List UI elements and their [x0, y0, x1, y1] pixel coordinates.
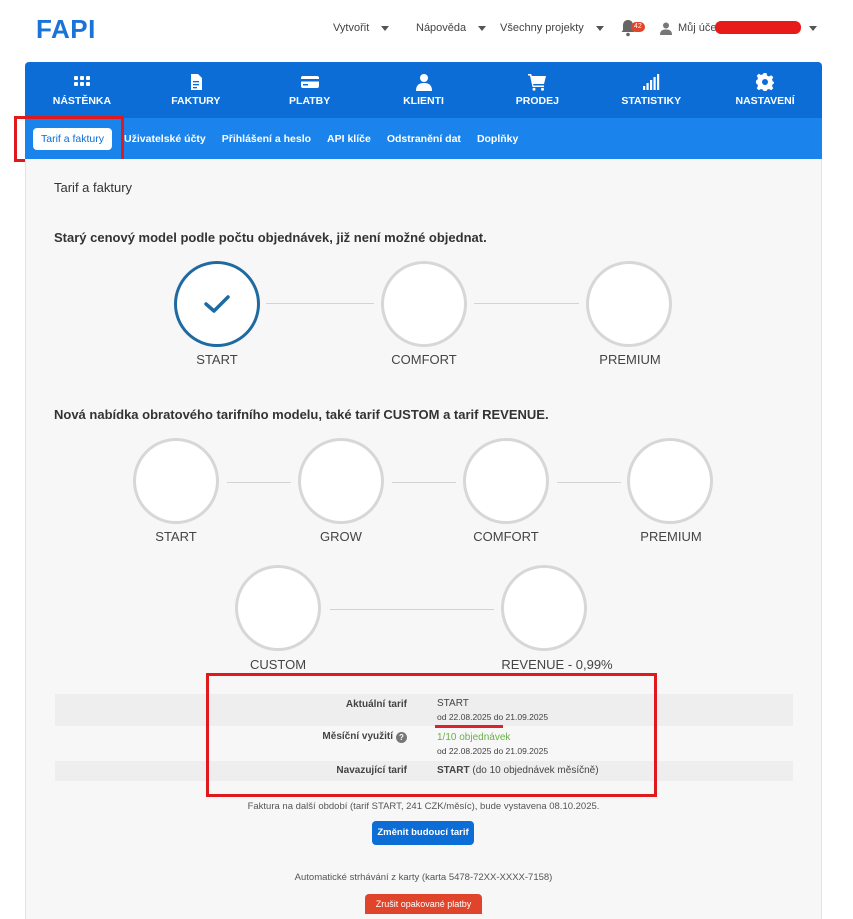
cancel-recurring-payments-button[interactable]: Zrušit opakované platby	[365, 894, 482, 914]
gear-icon	[756, 73, 775, 91]
new-step-start-circle[interactable]	[133, 438, 219, 524]
top-bar: FAPI Vytvořit Nápověda Všechny projekty …	[0, 0, 853, 60]
tab-user-accounts[interactable]: Uživatelské účty	[116, 128, 214, 150]
new-step-label: PREMIUM	[640, 529, 702, 544]
new-step-label: COMFORT	[473, 529, 539, 544]
create-menu[interactable]: Vytvořit	[333, 22, 390, 34]
nav-item-label: STATISTIKY	[621, 95, 682, 107]
user-icon	[660, 22, 672, 35]
nav-item-dashboard[interactable]: NÁSTĚNKA	[25, 62, 139, 118]
new-step-label: START	[155, 529, 197, 544]
signal-bars-icon	[643, 74, 660, 90]
new-model-heading: Nová nabídka obratového tarifního modelu…	[54, 407, 549, 422]
new-step-comfort-circle[interactable]	[463, 438, 549, 524]
notification-count-badge: 42	[631, 22, 645, 32]
step-connector	[557, 482, 621, 483]
help-menu-label: Nápověda	[416, 22, 467, 34]
annotation-highlight-tab	[14, 116, 124, 162]
new-step-premium-circle[interactable]	[627, 438, 713, 524]
checkmark-icon	[204, 295, 230, 313]
help-menu[interactable]: Nápověda	[416, 22, 487, 34]
projects-menu[interactable]: Všechny projekty	[500, 22, 604, 34]
step-connector	[392, 482, 456, 483]
step-connector	[330, 609, 494, 610]
new-step-label: CUSTOM	[249, 657, 307, 672]
dashboard-grid-icon	[73, 76, 90, 86]
projects-menu-label: Všechny projekty	[500, 22, 584, 34]
next-invoice-note: Faktura na další období (tarif START, 24…	[247, 801, 600, 812]
new-step-label: GROW	[320, 529, 362, 544]
old-step-premium-circle[interactable]	[586, 261, 672, 347]
nav-item-settings[interactable]: NASTAVENÍ	[708, 62, 822, 118]
nav-item-label: PLATBY	[289, 95, 331, 107]
create-menu-label: Vytvořit	[333, 22, 370, 34]
step-connector	[266, 303, 374, 304]
change-future-tariff-button[interactable]: Změnit budoucí tarif	[372, 821, 474, 845]
tab-login-password[interactable]: Přihlášení a heslo	[214, 128, 319, 150]
credit-card-icon	[300, 76, 319, 88]
tab-addons[interactable]: Doplňky	[469, 128, 526, 150]
tab-data-removal[interactable]: Odstranění dat	[379, 128, 469, 150]
chevron-down-icon	[381, 25, 390, 31]
nav-item-label: NASTAVENÍ	[735, 95, 795, 107]
person-icon	[415, 74, 432, 91]
step-connector	[227, 482, 291, 483]
nav-item-sales[interactable]: PRODEJ	[480, 62, 594, 118]
main-navigation: NÁSTĚNKA FAKTURY PLATBY KLIENTI PRODEJ S…	[25, 62, 822, 118]
tab-api-keys[interactable]: API klíče	[319, 128, 379, 150]
old-step-start-circle[interactable]	[174, 261, 260, 347]
nav-item-invoices[interactable]: FAKTURY	[139, 62, 253, 118]
invoice-icon	[190, 74, 202, 90]
new-step-label: REVENUE - 0,99%	[501, 657, 613, 672]
cart-icon	[528, 74, 547, 91]
nav-item-label: KLIENTI	[403, 95, 444, 107]
auto-charge-note: Automatické strhávání z karty (karta 547…	[294, 872, 553, 883]
new-step-custom-circle[interactable]	[235, 565, 321, 651]
new-step-revenue-circle[interactable]	[501, 565, 587, 651]
old-step-comfort-circle[interactable]	[381, 261, 467, 347]
old-step-label: START	[196, 352, 238, 367]
nav-item-statistics[interactable]: STATISTIKY	[594, 62, 708, 118]
new-step-grow-circle[interactable]	[298, 438, 384, 524]
chevron-down-icon	[478, 25, 487, 31]
redacted-account-name	[715, 21, 801, 34]
step-connector	[474, 303, 579, 304]
fapi-logo[interactable]: FAPI	[36, 14, 96, 45]
page-title: Tarif a faktury	[54, 180, 133, 195]
chevron-down-icon[interactable]	[809, 26, 817, 31]
nav-item-payments[interactable]: PLATBY	[253, 62, 367, 118]
account-menu-label[interactable]: Můj účet	[678, 22, 720, 34]
nav-item-label: NÁSTĚNKA	[52, 95, 112, 107]
nav-item-label: FAKTURY	[171, 95, 221, 107]
nav-item-clients[interactable]: KLIENTI	[367, 62, 481, 118]
old-step-label: PREMIUM	[599, 352, 661, 367]
annotation-highlight-tariff	[206, 673, 657, 797]
chevron-down-icon	[595, 25, 604, 31]
old-step-label: COMFORT	[391, 352, 457, 367]
nav-item-label: PRODEJ	[515, 95, 559, 107]
settings-sub-navigation: Tarif a faktury Uživatelské účty Přihláš…	[25, 118, 822, 159]
old-model-heading: Starý cenový model podle počtu objednáve…	[54, 230, 487, 245]
